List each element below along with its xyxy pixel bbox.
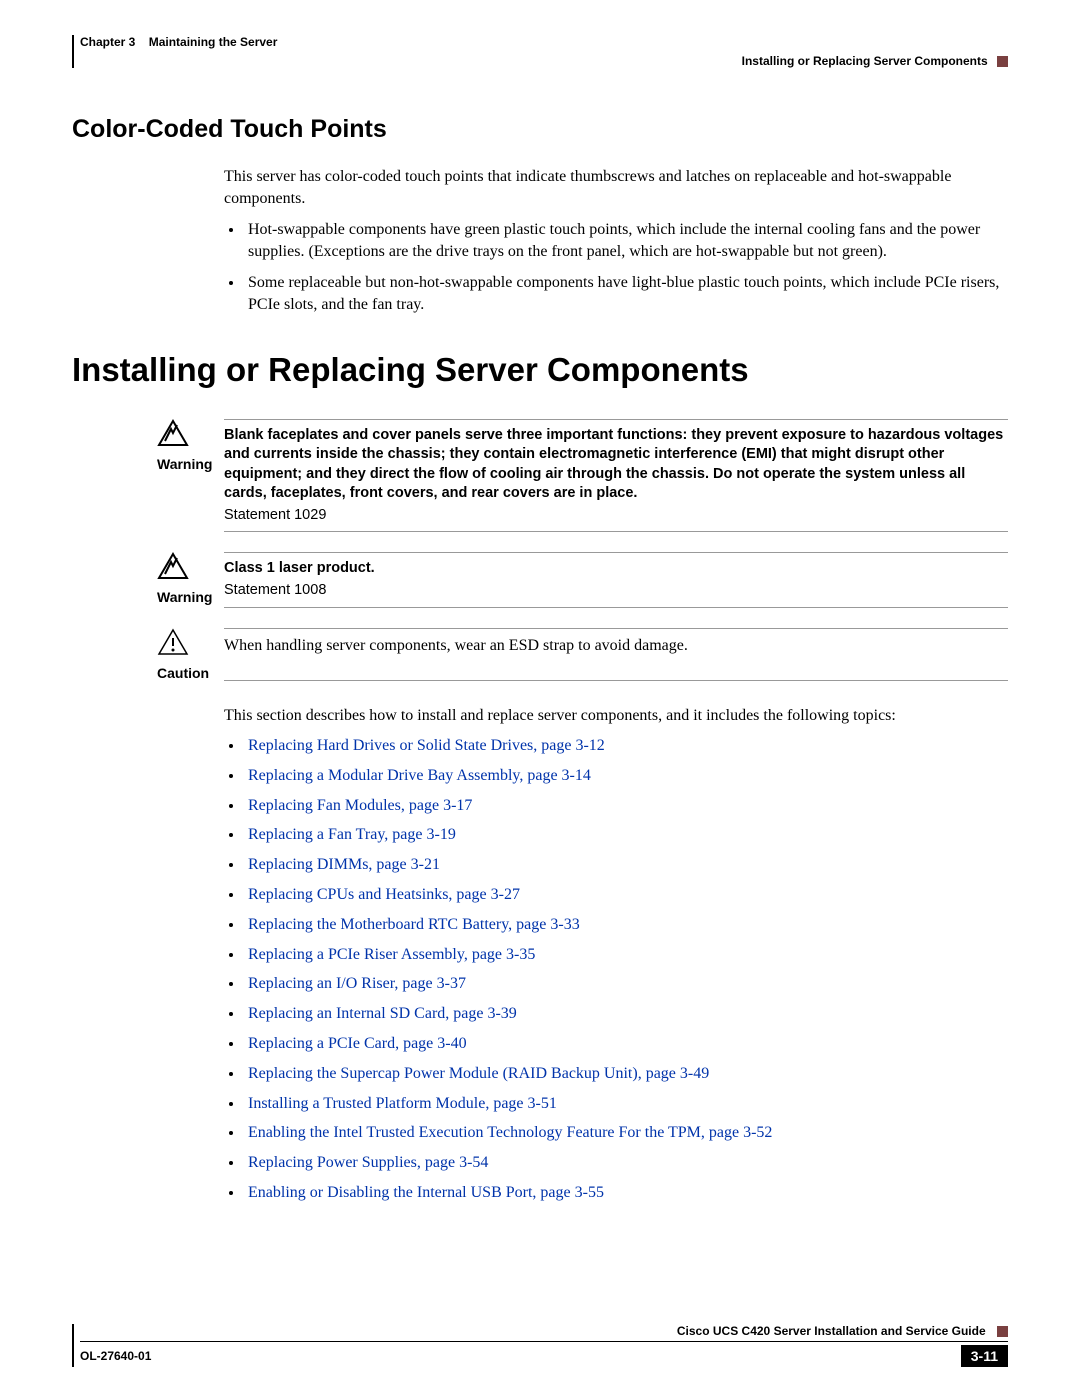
topic-link[interactable]: Replacing DIMMs, page 3-21 xyxy=(248,856,440,873)
section-breadcrumb: Installing or Replacing Server Component… xyxy=(742,54,988,68)
caution-label: Caution xyxy=(157,665,224,681)
page-number: 3-11 xyxy=(961,1345,1008,1367)
warning-label: Warning xyxy=(157,589,224,605)
list-item: Replacing a PCIe Riser Assembly, page 3-… xyxy=(244,945,1008,966)
topic-link[interactable]: Replacing Power Supplies, page 3-54 xyxy=(248,1154,488,1171)
topic-link[interactable]: Replacing the Motherboard RTC Battery, p… xyxy=(248,916,580,933)
topic-link[interactable]: Replacing CPUs and Heatsinks, page 3-27 xyxy=(248,886,520,903)
touch-points-list: Hot-swappable components have green plas… xyxy=(244,219,1008,315)
footer-guide-title: Cisco UCS C420 Server Installation and S… xyxy=(80,1324,1008,1342)
list-item: Replacing CPUs and Heatsinks, page 3-27 xyxy=(244,885,1008,906)
caution-label-col: Caution xyxy=(157,628,224,681)
list-item: Hot-swappable components have green plas… xyxy=(244,219,1008,262)
topic-link[interactable]: Replacing a Modular Drive Bay Assembly, … xyxy=(248,767,591,784)
list-item: Enabling or Disabling the Internal USB P… xyxy=(244,1183,1008,1204)
page-content: Color-Coded Touch Points This server has… xyxy=(72,115,1008,1213)
list-item: Some replaceable but non-hot-swappable c… xyxy=(244,272,1008,315)
page-footer: Cisco UCS C420 Server Installation and S… xyxy=(72,1324,1008,1367)
guide-title-text: Cisco UCS C420 Server Installation and S… xyxy=(677,1324,986,1338)
list-item: Replacing the Motherboard RTC Battery, p… xyxy=(244,915,1008,936)
statement-number: Statement 1008 xyxy=(224,581,1008,601)
list-item: Installing a Trusted Platform Module, pa… xyxy=(244,1094,1008,1115)
chapter-title: Maintaining the Server xyxy=(149,35,278,49)
warning-icon xyxy=(157,419,224,452)
warning-icon xyxy=(157,552,224,585)
topic-link[interactable]: Replacing a PCIe Card, page 3-40 xyxy=(248,1035,467,1052)
page-header: Chapter 3 Maintaining the Server Install… xyxy=(72,35,1008,68)
topic-link[interactable]: Replacing Fan Modules, page 3-17 xyxy=(248,797,472,814)
header-marker-icon xyxy=(997,56,1008,67)
section-breadcrumb-row: Installing or Replacing Server Component… xyxy=(80,54,1008,68)
list-item: Replacing Fan Modules, page 3-17 xyxy=(244,796,1008,817)
footer-marker-icon xyxy=(997,1326,1008,1337)
footer-bottom-row: OL-27640-01 3-11 xyxy=(80,1345,1008,1367)
list-item: Replacing the Supercap Power Module (RAI… xyxy=(244,1064,1008,1085)
warning-text: Blank faceplates and cover panels serve … xyxy=(224,427,1003,502)
list-item: Replacing Power Supplies, page 3-54 xyxy=(244,1153,1008,1174)
list-item: Replacing a Fan Tray, page 3-19 xyxy=(244,825,1008,846)
caution-block: Caution When handling server components,… xyxy=(157,628,1008,681)
warning-label-col: Warning xyxy=(157,552,224,607)
list-item: Replacing an Internal SD Card, page 3-39 xyxy=(244,1004,1008,1025)
topic-link[interactable]: Replacing an Internal SD Card, page 3-39 xyxy=(248,1005,517,1022)
chapter-label: Chapter 3 xyxy=(80,35,135,49)
main-heading: Installing or Replacing Server Component… xyxy=(72,351,1008,389)
topic-link[interactable]: Replacing the Supercap Power Module (RAI… xyxy=(248,1065,709,1082)
warning-label-col: Warning xyxy=(157,419,224,533)
topics-section: This section describes how to install an… xyxy=(224,705,1008,1204)
topics-link-list: Replacing Hard Drives or Solid State Dri… xyxy=(244,736,1008,1204)
list-item: Replacing a PCIe Card, page 3-40 xyxy=(244,1034,1008,1055)
topic-link[interactable]: Replacing Hard Drives or Solid State Dri… xyxy=(248,737,605,754)
caution-icon xyxy=(157,628,224,661)
doc-number: OL-27640-01 xyxy=(80,1349,151,1363)
chapter-breadcrumb: Chapter 3 Maintaining the Server xyxy=(80,35,1008,49)
caution-body: When handling server components, wear an… xyxy=(224,628,1008,681)
warning-block-2: Warning Class 1 laser product. Statement… xyxy=(157,552,1008,607)
warning-block-1: Warning Blank faceplates and cover panel… xyxy=(157,419,1008,533)
topic-link[interactable]: Replacing a Fan Tray, page 3-19 xyxy=(248,826,456,843)
section-title-touch-points: Color-Coded Touch Points xyxy=(72,115,1008,144)
list-item: Replacing an I/O Riser, page 3-37 xyxy=(244,974,1008,995)
statement-number: Statement 1029 xyxy=(224,506,1008,526)
intro-paragraph: This server has color-coded touch points… xyxy=(224,166,1008,209)
topic-link[interactable]: Installing a Trusted Platform Module, pa… xyxy=(248,1095,557,1112)
warning-label: Warning xyxy=(157,456,224,472)
list-item: Enabling the Intel Trusted Execution Tec… xyxy=(244,1123,1008,1144)
topic-link[interactable]: Enabling the Intel Trusted Execution Tec… xyxy=(248,1124,772,1141)
warning-body: Blank faceplates and cover panels serve … xyxy=(224,419,1008,533)
list-item: Replacing a Modular Drive Bay Assembly, … xyxy=(244,766,1008,787)
section-body: This server has color-coded touch points… xyxy=(224,166,1008,316)
caution-text: When handling server components, wear an… xyxy=(224,635,1008,657)
list-item: Replacing DIMMs, page 3-21 xyxy=(244,855,1008,876)
warning-body: Class 1 laser product. Statement 1008 xyxy=(224,552,1008,607)
topic-link[interactable]: Enabling or Disabling the Internal USB P… xyxy=(248,1184,604,1201)
topics-intro: This section describes how to install an… xyxy=(224,705,1008,727)
warning-text: Class 1 laser product. xyxy=(224,560,375,576)
list-item: Replacing Hard Drives or Solid State Dri… xyxy=(244,736,1008,757)
topic-link[interactable]: Replacing a PCIe Riser Assembly, page 3-… xyxy=(248,946,535,963)
topic-link[interactable]: Replacing an I/O Riser, page 3-37 xyxy=(248,975,466,992)
